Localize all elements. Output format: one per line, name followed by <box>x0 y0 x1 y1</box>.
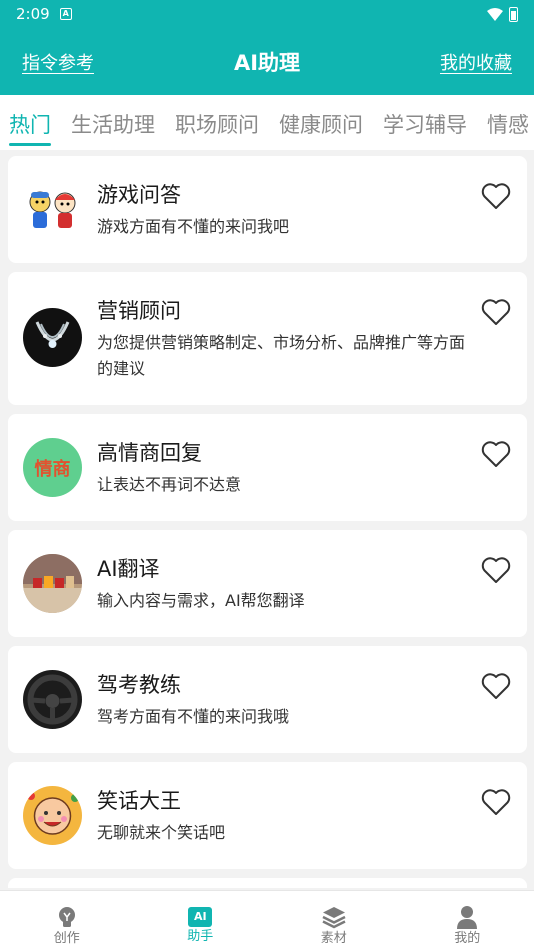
nav-mine[interactable]: 我的 <box>401 891 534 950</box>
eq-text-avatar: 情商 <box>23 438 82 497</box>
assistant-title: 驾考教练 <box>97 673 181 697</box>
letter-blocks-avatar <box>23 554 82 613</box>
wifi-icon <box>487 7 503 21</box>
app-header: 指令参考 AI助理 我的收藏 <box>0 28 534 95</box>
assistant-title: 笑话大王 <box>97 789 181 813</box>
category-tabs: 热门 生活助理 职场顾问 健康顾问 学习辅导 情感 <box>0 95 534 150</box>
person-icon <box>457 906 478 929</box>
assistant-title: 游戏问答 <box>97 183 181 207</box>
tab-life-assistant[interactable]: 生活助理 <box>71 95 155 150</box>
page-title: AI助理 <box>233 50 301 75</box>
battery-icon <box>509 6 518 22</box>
status-time: 2:09 <box>16 5 50 23</box>
assistant-list: 游戏问答 游戏方面有不懂的来问我吧 营销顾问 为您提供营销策略制定、市场分析、品… <box>8 156 527 888</box>
assistant-card-marketing-advisor[interactable]: 营销顾问 为您提供营销策略制定、市场分析、品牌推广等方面的建议 <box>8 272 527 405</box>
my-favorites-link[interactable]: 我的收藏 <box>440 49 512 75</box>
favorite-heart-icon[interactable] <box>481 182 511 210</box>
tab-study-tutor[interactable]: 学习辅导 <box>383 95 467 150</box>
assistant-description: 无聊就来个笑话吧 <box>97 823 226 842</box>
nav-materials[interactable]: 素材 <box>267 891 401 950</box>
command-reference-link[interactable]: 指令参考 <box>22 49 94 75</box>
assistant-card-game-qa[interactable]: 游戏问答 游戏方面有不懂的来问我吧 <box>8 156 527 263</box>
tab-emotion[interactable]: 情感 <box>487 95 529 150</box>
favorite-heart-icon[interactable] <box>481 440 511 468</box>
tab-career-advisor[interactable]: 职场顾问 <box>175 95 259 150</box>
nav-assistant[interactable]: AI 助手 <box>134 891 268 950</box>
assistant-description: 为您提供营销策略制定、市场分析、品牌推广等方面的建议 <box>97 333 466 378</box>
assistant-card-ai-translation[interactable]: AI翻译 输入内容与需求，AI帮您翻译 <box>8 530 527 637</box>
steering-wheel-avatar <box>23 670 82 729</box>
nav-label: 助手 <box>187 929 214 944</box>
tab-health-advisor[interactable]: 健康顾问 <box>279 95 363 150</box>
game-characters-avatar <box>23 180 82 239</box>
nav-label: 素材 <box>320 931 347 946</box>
favorite-heart-icon[interactable] <box>481 672 511 700</box>
assistant-title: 营销顾问 <box>97 299 181 323</box>
assistant-card-joke-king[interactable]: 笑话大王 无聊就来个笑话吧 <box>8 762 527 869</box>
assistant-description: 驾考方面有不懂的来问我哦 <box>97 707 290 726</box>
tab-hot[interactable]: 热门 <box>9 95 51 150</box>
ai-icon: AI <box>188 907 213 927</box>
assistant-title: AI翻译 <box>97 557 160 581</box>
bulb-icon <box>58 907 75 927</box>
assistant-card-driving-coach[interactable]: 驾考教练 驾考方面有不懂的来问我哦 <box>8 646 527 753</box>
avatar-text: 情商 <box>34 458 71 480</box>
assistant-title: 高情商回复 <box>97 441 202 465</box>
next-card-peek <box>8 878 527 888</box>
bottom-nav: 创作 AI 助手 素材 我的 <box>0 890 534 950</box>
cartoon-face-avatar <box>23 786 82 845</box>
favorite-heart-icon[interactable] <box>481 788 511 816</box>
assistant-description: 让表达不再词不达意 <box>97 475 242 494</box>
notification-icon: A <box>59 8 72 20</box>
necklace-avatar <box>23 308 82 367</box>
nav-label: 我的 <box>454 931 481 946</box>
assistant-description: 游戏方面有不懂的来问我吧 <box>97 217 290 236</box>
nav-create[interactable]: 创作 <box>0 891 134 950</box>
nav-label: 创作 <box>53 931 80 946</box>
assistant-description: 输入内容与需求，AI帮您翻译 <box>97 591 305 610</box>
favorite-heart-icon[interactable] <box>481 298 511 326</box>
favorite-heart-icon[interactable] <box>481 556 511 584</box>
layers-icon <box>322 907 346 929</box>
assistant-card-high-eq-reply[interactable]: 情商 高情商回复 让表达不再词不达意 <box>8 414 527 521</box>
status-bar: 2:09 A <box>0 0 534 28</box>
